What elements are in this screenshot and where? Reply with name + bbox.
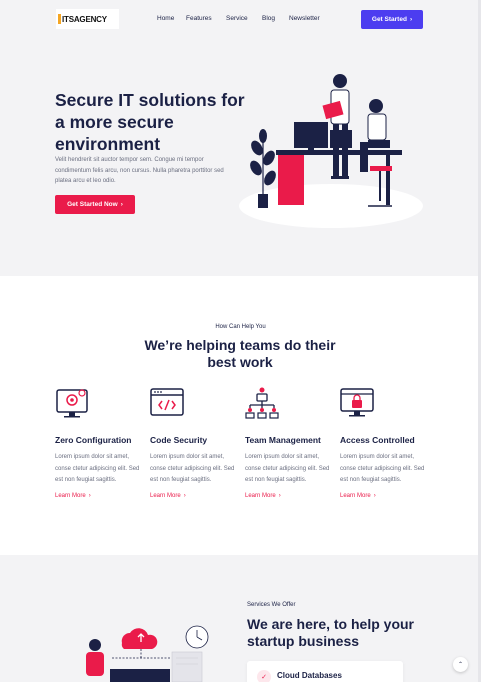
- services-section: Services We Offer We are here, to help y…: [0, 555, 481, 682]
- chevron-right-icon: ›: [183, 492, 186, 499]
- service-card-cloud-databases[interactable]: ✓ Cloud Databases: [247, 661, 403, 682]
- services-kicker: Services We Offer: [247, 602, 296, 608]
- help-section: How Can Help You We’re helping teams do …: [0, 276, 481, 555]
- learn-more-link[interactable]: Learn More ›: [245, 493, 333, 499]
- header-nav: ITSAGENCY Home Features Service Blog New…: [0, 0, 481, 40]
- hero-illustration: [239, 74, 423, 228]
- learn-more-link[interactable]: Learn More ›: [55, 493, 143, 499]
- team-hierarchy-icon: [245, 387, 279, 419]
- services-title: We are here, to help your startup busine…: [247, 616, 415, 649]
- feature-title: Team Management: [245, 435, 321, 445]
- code-window-icon: [150, 388, 184, 416]
- feature-text: Lorem ipsum dolor sit amet, conse ctetur…: [245, 454, 330, 483]
- logo-text: ITSAGENCY: [62, 14, 107, 24]
- help-kicker: How Can Help You: [215, 324, 266, 330]
- chevron-right-icon: ›: [278, 492, 281, 499]
- get-started-now-label: Get Started Now: [67, 201, 118, 208]
- feature-text: Lorem ipsum dolor sit amet, conse ctetur…: [340, 454, 425, 483]
- chevron-right-icon: ›: [88, 492, 91, 499]
- feature-title: Zero Configuration: [55, 435, 132, 445]
- hero-text: Velit hendrerit sit auctor tempor sem. C…: [55, 157, 224, 184]
- chevron-up-icon: ⌃: [457, 662, 464, 668]
- chevron-right-icon: ›: [120, 201, 123, 208]
- gear-monitor-icon: [56, 389, 88, 418]
- nav-item-blog[interactable]: Blog: [262, 15, 275, 22]
- nav-item-service[interactable]: Service: [226, 15, 248, 22]
- chevron-right-icon: ›: [373, 492, 376, 499]
- chevron-right-icon: ›: [409, 16, 413, 23]
- service-card-label: Cloud Databases: [277, 671, 342, 680]
- feature-team-management: Team Management Lorem ipsum dolor sit am…: [245, 386, 333, 499]
- feature-text: Lorem ipsum dolor sit amet, conse ctetur…: [55, 454, 140, 483]
- nav-item-features[interactable]: Features: [186, 15, 212, 22]
- learn-more-label: Learn More: [55, 492, 86, 499]
- get-started-label: Get Started: [371, 16, 407, 23]
- learn-more-label: Learn More: [150, 492, 181, 499]
- help-title: We’re helping teams do their best work: [144, 337, 336, 370]
- check-icon: ✓: [257, 670, 271, 682]
- learn-more-link[interactable]: Learn More ›: [340, 493, 428, 499]
- nav-item-home[interactable]: Home: [157, 15, 174, 22]
- hero-title: Secure IT solutions for a more secure en…: [55, 90, 245, 154]
- get-started-now-button[interactable]: Get Started Now ›: [55, 195, 135, 214]
- feature-zero-configuration: Zero Configuration Lorem ipsum dolor sit…: [55, 386, 143, 499]
- feature-title: Code Security: [150, 435, 208, 445]
- logo[interactable]: ITSAGENCY: [56, 9, 119, 29]
- lock-monitor-icon: [340, 388, 374, 417]
- feature-text: Lorem ipsum dolor sit amet, conse ctetur…: [150, 454, 235, 483]
- feature-title: Access Controlled: [340, 435, 415, 445]
- learn-more-label: Learn More: [340, 492, 371, 499]
- feature-code-security: Code Security Lorem ipsum dolor sit amet…: [150, 386, 238, 499]
- feature-access-controlled: Access Controlled Lorem ipsum dolor sit …: [340, 386, 428, 499]
- nav-item-newsletter[interactable]: Newsletter: [289, 15, 320, 22]
- scroll-to-top-button[interactable]: ⌃: [453, 657, 468, 672]
- get-started-button[interactable]: Get Started ›: [361, 10, 423, 29]
- learn-more-label: Learn More: [245, 492, 276, 499]
- learn-more-link[interactable]: Learn More ›: [150, 493, 238, 499]
- logo-mark: [58, 14, 61, 24]
- services-illustration: [86, 625, 209, 682]
